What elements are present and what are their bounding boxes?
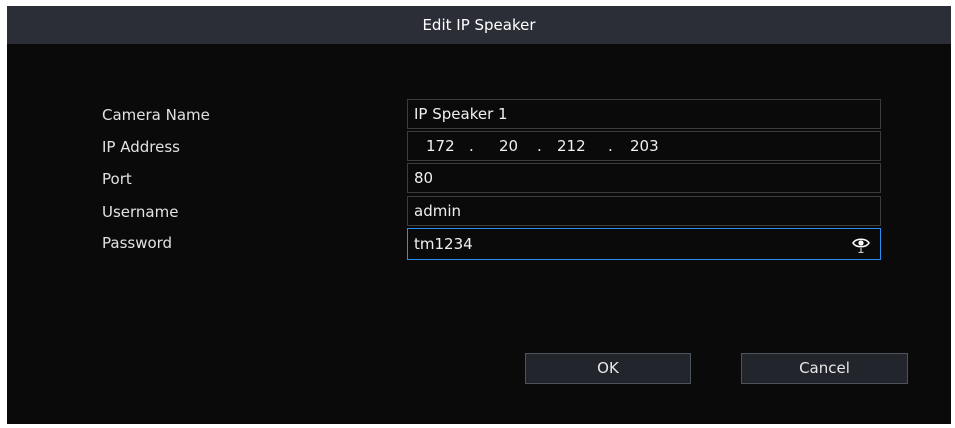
port-field[interactable]: 80 (407, 163, 881, 193)
ip-separator-3: . (608, 137, 613, 155)
ip-octet-3[interactable]: 212 (557, 132, 586, 160)
ip-separator-1: . (469, 137, 474, 155)
ip-address-label: IP Address (102, 138, 180, 156)
dialog-title: Edit IP Speaker (7, 6, 951, 44)
password-value: tm1234 (414, 235, 473, 253)
camera-name-label: Camera Name (102, 106, 210, 124)
cancel-button[interactable]: Cancel (741, 353, 908, 384)
port-label: Port (102, 170, 132, 188)
username-label: Username (102, 203, 179, 221)
ip-separator-2: . (537, 137, 542, 155)
password-field[interactable]: tm1234 (407, 228, 881, 260)
edit-ip-speaker-dialog: Edit IP Speaker Camera Name IP Address P… (7, 6, 951, 424)
ip-octet-4[interactable]: 203 (630, 132, 659, 160)
password-label: Password (102, 234, 173, 252)
camera-name-field[interactable]: IP Speaker 1 (407, 99, 881, 129)
eye-icon[interactable] (852, 235, 870, 253)
ip-address-field[interactable]: 172 . 20 . 212 . 203 (407, 131, 881, 161)
username-field[interactable]: admin (407, 196, 881, 226)
ip-octet-1[interactable]: 172 (426, 132, 455, 160)
ok-button[interactable]: OK (525, 353, 691, 384)
ip-octet-2[interactable]: 20 (499, 132, 518, 160)
